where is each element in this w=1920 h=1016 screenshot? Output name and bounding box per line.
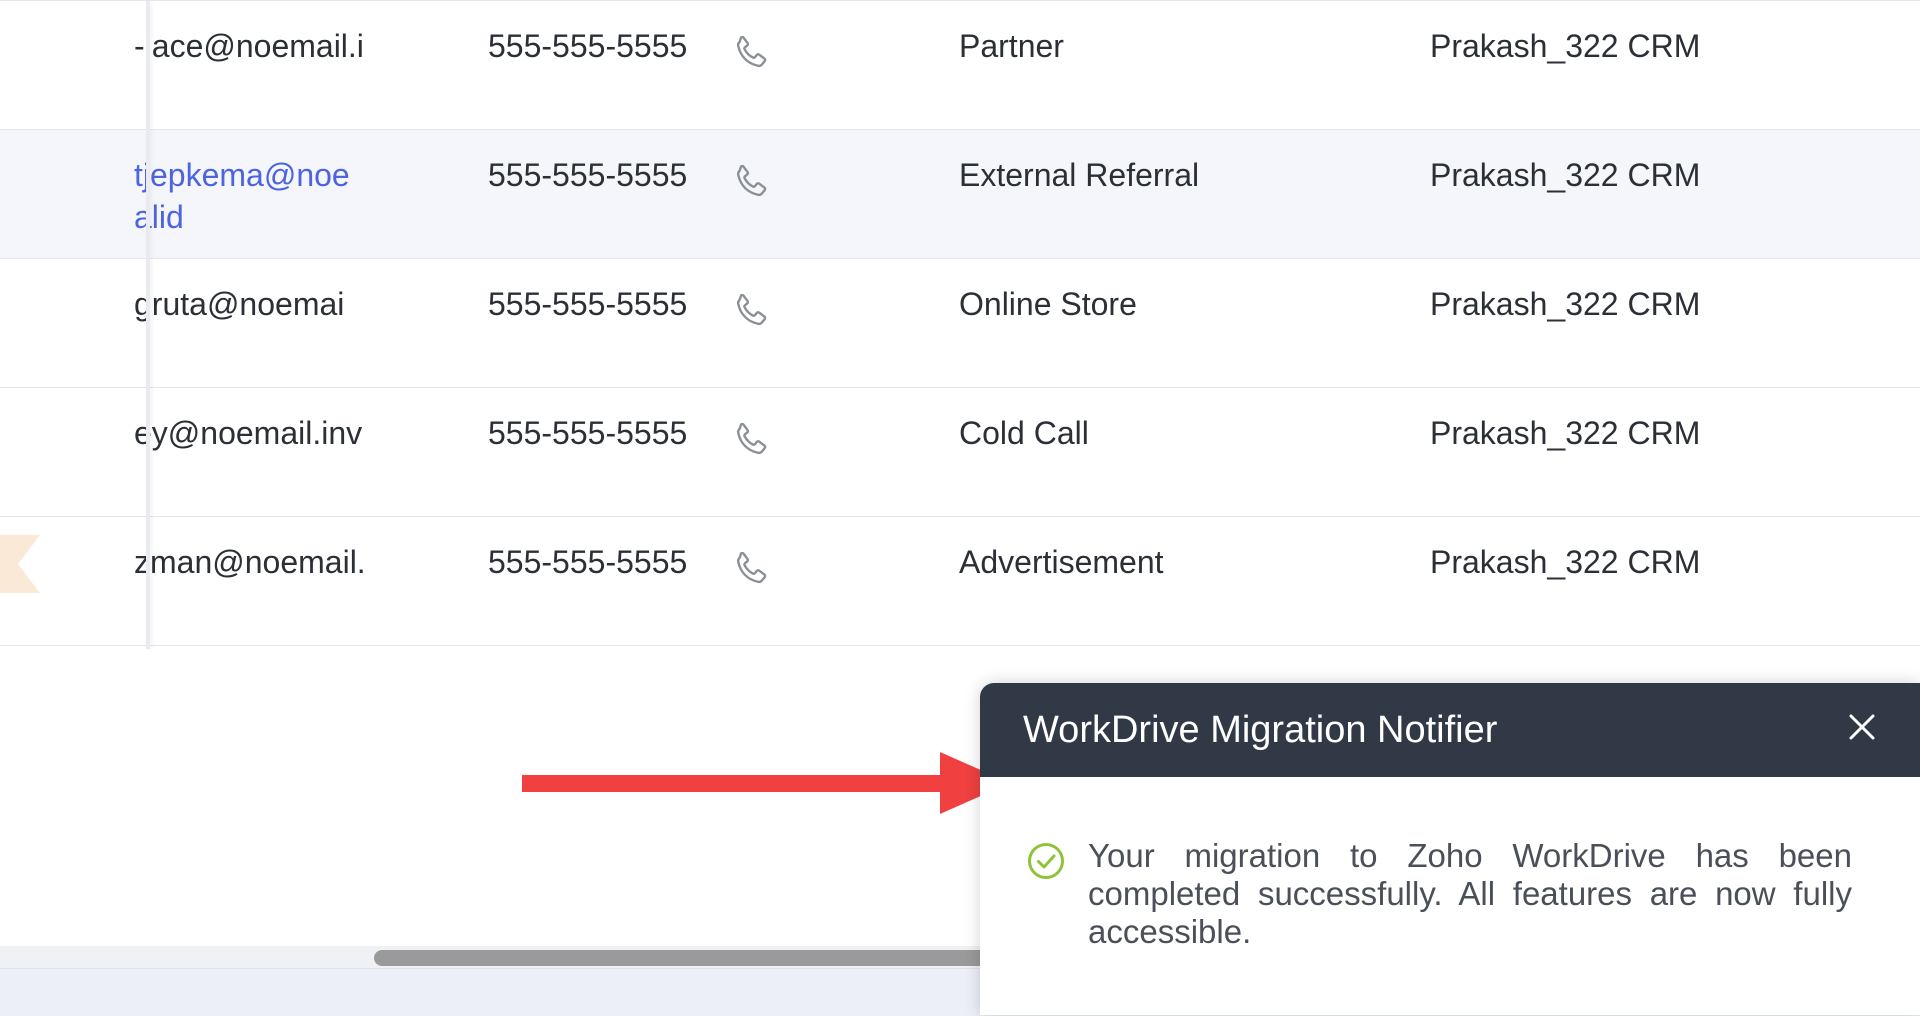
notification-title: WorkDrive Migration Notifier bbox=[1023, 709, 1498, 751]
frozen-column-divider bbox=[146, 1, 150, 649]
phone-icon[interactable] bbox=[729, 418, 773, 462]
annotation-arrow-icon bbox=[522, 752, 1010, 814]
phone-cell[interactable]: 555-555-5555 bbox=[488, 283, 687, 325]
phone-icon[interactable] bbox=[729, 547, 773, 591]
phone-icon[interactable] bbox=[729, 160, 773, 204]
table-row[interactable]: ey@noemail.inv 555-555-5555 Cold Call Pr… bbox=[0, 388, 1920, 517]
email-cell[interactable]: -lace@noemail.i bbox=[134, 25, 379, 115]
phone-icon[interactable] bbox=[729, 31, 773, 75]
lead-flag-icon bbox=[0, 535, 40, 593]
owner-cell: Prakash_322 CRM bbox=[1430, 286, 1701, 322]
notification-body: Your migration to Zoho WorkDrive has bee… bbox=[980, 777, 1920, 1015]
phone-cell[interactable]: 555-555-5555 bbox=[488, 154, 687, 196]
lead-source-cell: Online Store bbox=[959, 286, 1137, 322]
notification-message: Your migration to Zoho WorkDrive has bee… bbox=[1088, 837, 1852, 950]
phone-cell[interactable]: 555-555-5555 bbox=[488, 541, 687, 583]
leads-table: -lace@noemail.i 555-555-5555 Partner Pra… bbox=[0, 0, 1920, 649]
email-cell[interactable]: ey@noemail.inv bbox=[134, 412, 379, 502]
close-button[interactable] bbox=[1838, 703, 1886, 751]
table-row[interactable]: zman@noemail. 555-555-5555 Advertisement… bbox=[0, 517, 1920, 646]
owner-cell: Prakash_322 CRM bbox=[1430, 28, 1701, 64]
lead-source-cell: External Referral bbox=[959, 157, 1200, 193]
email-cell[interactable]: tjepkema@noe alid bbox=[134, 154, 379, 244]
migration-notification: WorkDrive Migration Notifier Your migrat… bbox=[980, 683, 1920, 1015]
owner-cell: Prakash_322 CRM bbox=[1430, 415, 1701, 451]
email-cell[interactable]: gruta@noemai bbox=[134, 283, 379, 373]
owner-cell: Prakash_322 CRM bbox=[1430, 157, 1701, 193]
email-cell[interactable]: zman@noemail. bbox=[134, 541, 379, 631]
phone-cell[interactable]: 555-555-5555 bbox=[488, 412, 687, 454]
owner-cell: Prakash_322 CRM bbox=[1430, 544, 1701, 580]
phone-cell[interactable]: 555-555-5555 bbox=[488, 25, 687, 67]
lead-source-cell: Advertisement bbox=[959, 544, 1164, 580]
crm-page: -lace@noemail.i 555-555-5555 Partner Pra… bbox=[0, 0, 1920, 1016]
table-row[interactable]: tjepkema@noe alid 555-555-5555 External … bbox=[0, 130, 1920, 259]
close-icon bbox=[1849, 714, 1875, 740]
lead-source-cell: Cold Call bbox=[959, 415, 1089, 451]
phone-icon[interactable] bbox=[729, 289, 773, 333]
notification-header: WorkDrive Migration Notifier bbox=[980, 683, 1920, 777]
lead-source-cell: Partner bbox=[959, 28, 1064, 64]
check-circle-icon bbox=[1026, 841, 1066, 881]
table-row[interactable]: gruta@noemai 555-555-5555 Online Store P… bbox=[0, 259, 1920, 388]
table-row[interactable]: -lace@noemail.i 555-555-5555 Partner Pra… bbox=[0, 1, 1920, 130]
